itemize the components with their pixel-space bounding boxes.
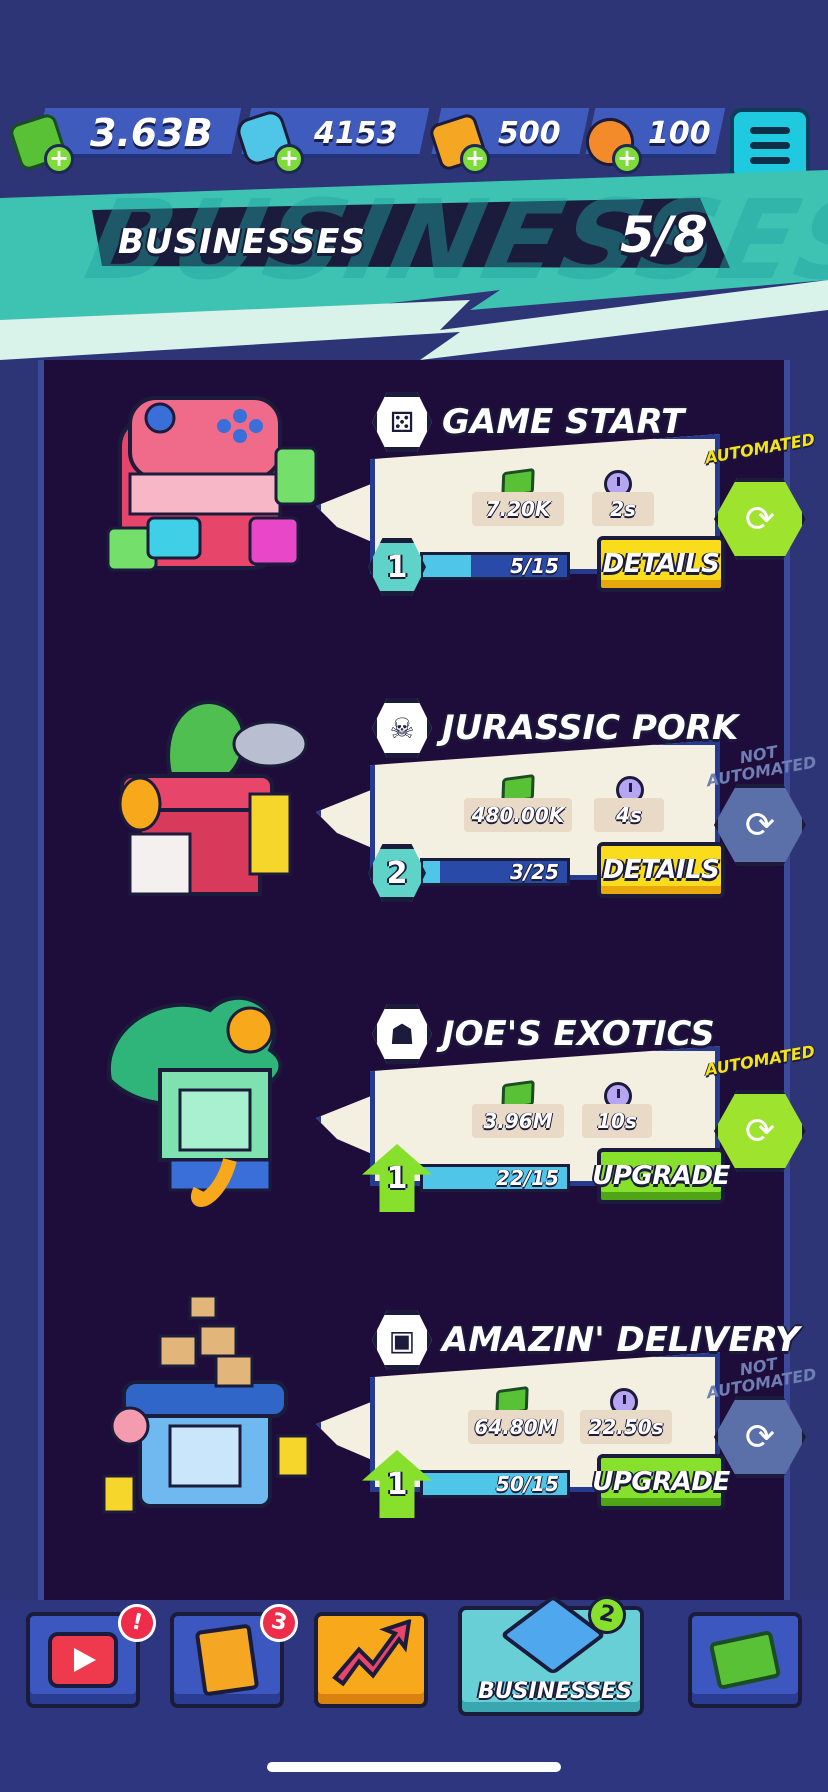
boost-tab[interactable] xyxy=(314,1612,428,1708)
jurassic-pork-building xyxy=(100,684,330,914)
box-icon: ▣ xyxy=(372,1310,432,1370)
cards-tab[interactable]: 3 xyxy=(170,1600,302,1708)
joes-exotics-building xyxy=(100,990,330,1220)
level-progress-text: 5/15 xyxy=(509,554,559,578)
cards-icon xyxy=(194,1623,260,1697)
coins-value: 100 xyxy=(648,115,711,151)
business-card: ☠ JURASSIC PORK 480.00K 4s 3/25 2 DETAIL… xyxy=(0,684,828,964)
refresh-icon: ⟳ xyxy=(744,1416,776,1458)
page-title: BUSINESSES xyxy=(118,222,366,262)
level-progress-bar: 50/15 xyxy=(420,1470,570,1498)
refresh-icon: ⟳ xyxy=(744,1110,776,1152)
cash-coins-icon xyxy=(708,1629,782,1691)
level-progress-text: 3/25 xyxy=(509,860,559,884)
cycle-time: 10s xyxy=(582,1104,652,1138)
businesses-tab[interactable]: 2 BUSINESSES xyxy=(458,1592,644,1716)
income-value: 7.20K xyxy=(472,492,564,526)
level-progress-text: 50/15 xyxy=(496,1472,559,1496)
business-name: GAME START xyxy=(442,402,685,442)
details-button[interactable]: DETAILS xyxy=(597,842,725,898)
income-value: 480.00K xyxy=(464,798,572,832)
tiger-icon: ☗ xyxy=(372,1004,432,1064)
video-tab[interactable]: ! xyxy=(26,1600,160,1708)
notification-badge: 3 xyxy=(256,1600,302,1646)
gold-value: 500 xyxy=(498,115,561,151)
tab-label: BUSINESSES xyxy=(478,1679,632,1704)
gamepad-icon: ⚄ xyxy=(372,392,432,452)
business-card: ☗ JOE'S EXOTICS 3.96M 10s 22/15 1 UPGRAD… xyxy=(0,990,828,1270)
details-button[interactable]: DETAILS xyxy=(597,536,725,592)
cash-value: 3.63B xyxy=(90,111,213,155)
home-indicator xyxy=(267,1762,561,1772)
cycle-time: 2s xyxy=(592,492,654,526)
upgrade-button[interactable]: UPGRADE xyxy=(592,1454,730,1510)
business-card: ▣ AMAZIN' DELIVERY 64.80M 22.50s 50/15 1… xyxy=(0,1294,828,1576)
amazin-delivery-building xyxy=(100,1294,330,1526)
automation-toggle[interactable]: ⟳ xyxy=(714,478,806,560)
level-progress-bar: 5/15 xyxy=(420,552,570,580)
business-name: AMAZIN' DELIVERY xyxy=(442,1320,800,1360)
game-start-building xyxy=(100,378,330,608)
currency-bar: 3.63B + 4153 + 500 + 100 + xyxy=(0,100,828,180)
energy-value: 4153 xyxy=(314,115,398,151)
notification-badge: ! xyxy=(114,1600,160,1646)
business-name: JOE'S EXOTICS xyxy=(442,1014,715,1054)
refresh-icon: ⟳ xyxy=(744,804,776,846)
business-count: 5/8 xyxy=(620,206,708,264)
trending-arrow-icon xyxy=(329,1618,413,1701)
shop-tab[interactable] xyxy=(688,1612,802,1708)
dinosaur-icon: ☠ xyxy=(372,698,432,758)
automation-toggle[interactable]: ⟳ xyxy=(714,1090,806,1172)
cycle-time: 22.50s xyxy=(580,1410,672,1444)
level-progress-text: 22/15 xyxy=(496,1166,559,1190)
level-progress-bar: 3/25 xyxy=(420,858,570,886)
play-video-icon xyxy=(48,1632,118,1688)
cycle-time: 4s xyxy=(594,798,664,832)
business-card: ⚄ GAME START 7.20K 2s 5/15 1 DETAILS AUT… xyxy=(0,378,828,658)
hamburger-icon xyxy=(750,126,790,134)
income-value: 3.96M xyxy=(472,1104,564,1138)
level-progress-bar: 22/15 xyxy=(420,1164,570,1192)
income-value: 64.80M xyxy=(468,1410,564,1444)
upgrade-button[interactable]: UPGRADE xyxy=(592,1148,730,1204)
automation-toggle[interactable]: ⟳ xyxy=(714,784,806,866)
automation-toggle[interactable]: ⟳ xyxy=(714,1396,806,1478)
business-name: JURASSIC PORK xyxy=(442,708,739,748)
refresh-icon: ⟳ xyxy=(744,498,776,540)
